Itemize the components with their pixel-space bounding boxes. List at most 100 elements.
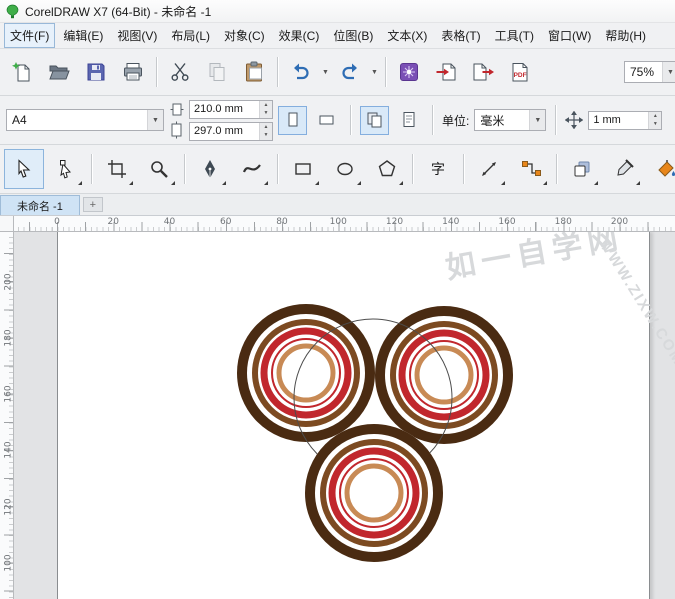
flyout-indicator	[399, 181, 403, 185]
main-area: 200180160140120100 如一自学网 WWW.ZIXW.COM	[0, 232, 675, 599]
interactive-fill-tool[interactable]	[646, 149, 675, 189]
import-icon	[435, 61, 457, 83]
flyout-indicator	[129, 181, 133, 185]
spinner-arrows-icon[interactable]: ▲▼	[259, 123, 272, 140]
open-button[interactable]	[41, 53, 77, 91]
h-ruler-label: 200	[611, 217, 628, 227]
crop-icon	[107, 159, 127, 179]
welcome-screen-icon	[398, 61, 420, 83]
ruler-origin-box[interactable]	[0, 216, 14, 232]
all-pages-size-button[interactable]	[360, 106, 389, 135]
flyout-indicator	[543, 181, 547, 185]
toolbar-separator	[277, 57, 278, 87]
v-ruler-label: 180	[4, 329, 14, 346]
menu-item-5[interactable]: 对象(C)	[218, 23, 271, 48]
chevron-down-icon: ▼	[529, 110, 545, 130]
menu-item-6[interactable]: 效果(C)	[273, 23, 326, 48]
document-tab[interactable]: 未命名 -1	[0, 195, 80, 215]
publish-pdf-button[interactable]: PDF	[502, 53, 538, 91]
menu-item-7[interactable]: 位图(B)	[327, 23, 379, 48]
import-button[interactable]	[428, 53, 464, 91]
magnifier-icon	[149, 159, 169, 179]
nudge-offset-input[interactable]: 1 mm ▲▼	[588, 111, 662, 130]
ellipse-icon	[335, 159, 355, 179]
canvas-area[interactable]: 如一自学网 WWW.ZIXW.COM	[14, 232, 675, 599]
export-button[interactable]	[465, 53, 501, 91]
color-eyedropper-tool[interactable]	[604, 149, 644, 189]
ellipse-tool[interactable]	[325, 149, 365, 189]
h-ruler-label: 20	[108, 217, 119, 227]
clipboard-paste-icon	[243, 61, 265, 83]
save-button[interactable]	[78, 53, 114, 91]
v-ruler-label: 160	[4, 385, 14, 402]
redo-dropdown-button[interactable]: ▼	[369, 53, 380, 91]
eyedropper-icon	[614, 159, 634, 179]
menu-item-4[interactable]: 布局(L)	[165, 23, 216, 48]
polygon-tool[interactable]	[367, 149, 407, 189]
spinner-arrows-icon[interactable]: ▲▼	[259, 101, 272, 118]
text-tool[interactable]: 字	[418, 149, 458, 189]
zoom-level-combo[interactable]: 75% ▼	[624, 61, 675, 83]
zoom-tool[interactable]	[139, 149, 179, 189]
undo-dropdown-button[interactable]: ▼	[320, 53, 331, 91]
artistic-media-tool[interactable]	[232, 149, 272, 189]
shape-tool[interactable]	[46, 149, 86, 189]
crop-tool[interactable]	[97, 149, 137, 189]
property-bar: A4 ▼ 210.0 mm ▲▼ 297.0 mm ▲▼	[0, 96, 675, 145]
units-combo[interactable]: 毫米 ▼	[474, 109, 546, 131]
document-tab-bar: 未命名 -1 +	[0, 194, 675, 216]
flyout-indicator	[636, 181, 640, 185]
pick-tool[interactable]	[4, 149, 44, 189]
page-size-preset-combo[interactable]: A4 ▼	[6, 109, 164, 131]
spinner-arrows-icon[interactable]: ▲▼	[648, 112, 661, 129]
new-document-tab-button[interactable]: +	[83, 197, 103, 212]
menu-item-3[interactable]: 视图(V)	[111, 23, 163, 48]
pen-nib-icon	[200, 159, 220, 179]
dimension-tool[interactable]	[469, 149, 509, 189]
toolbar-separator	[350, 105, 351, 135]
text-tool-icon: 字	[428, 159, 448, 179]
horizontal-ruler[interactable]: 020406080100120140160180200	[14, 216, 675, 232]
copy-button[interactable]	[199, 53, 235, 91]
menu-item-9[interactable]: 表格(T)	[435, 23, 486, 48]
h-ruler-label: 80	[276, 217, 287, 227]
landscape-orientation-button[interactable]	[312, 106, 341, 135]
nudge-offset-icon	[565, 111, 583, 129]
nudge-offset-value: 1 mm	[593, 114, 621, 126]
print-button[interactable]	[115, 53, 151, 91]
paste-button[interactable]	[236, 53, 272, 91]
redo-button[interactable]	[332, 53, 368, 91]
connector-tool[interactable]	[511, 149, 551, 189]
menu-item-10[interactable]: 工具(T)	[489, 23, 540, 48]
flyout-indicator	[315, 181, 319, 185]
toolbox: 字	[0, 145, 675, 194]
h-ruler-label: 0	[54, 217, 60, 227]
page-width-input[interactable]: 210.0 mm ▲▼	[189, 100, 273, 119]
freehand-tool[interactable]	[190, 149, 230, 189]
menu-item-8[interactable]: 文本(X)	[381, 23, 433, 48]
pick-arrow-icon	[14, 159, 34, 179]
menu-item-12[interactable]: 帮助(H)	[599, 23, 652, 48]
rectangle-tool[interactable]	[283, 149, 323, 189]
units-label: 单位:	[442, 112, 469, 129]
portrait-orientation-button[interactable]	[278, 106, 307, 135]
toolbar-separator	[385, 57, 386, 87]
drop-shadow-tool[interactable]	[562, 149, 602, 189]
save-floppy-icon	[85, 61, 107, 83]
undo-button[interactable]	[283, 53, 319, 91]
menu-item-1[interactable]: 文件(F)	[4, 23, 55, 48]
new-document-button[interactable]	[4, 53, 40, 91]
current-page-size-button[interactable]	[394, 106, 423, 135]
vertical-ruler[interactable]: 200180160140120100	[0, 232, 14, 599]
svg-text:字: 字	[431, 161, 445, 177]
menu-item-2[interactable]: 编辑(E)	[57, 23, 109, 48]
menu-bar: 文件(F)编辑(E)视图(V)布局(L)对象(C)效果(C)位图(B)文本(X)…	[0, 23, 675, 49]
welcome-screen-button[interactable]	[391, 53, 427, 91]
page-dimensions-icon	[169, 100, 184, 140]
menu-item-11[interactable]: 窗口(W)	[542, 23, 597, 48]
v-ruler-label: 120	[4, 498, 14, 515]
v-ruler-label: 200	[4, 273, 14, 290]
page-height-input[interactable]: 297.0 mm ▲▼	[189, 122, 273, 141]
cut-button[interactable]	[162, 53, 198, 91]
title-bar[interactable]: CorelDRAW X7 (64-Bit) - 未命名 -1	[0, 0, 675, 23]
